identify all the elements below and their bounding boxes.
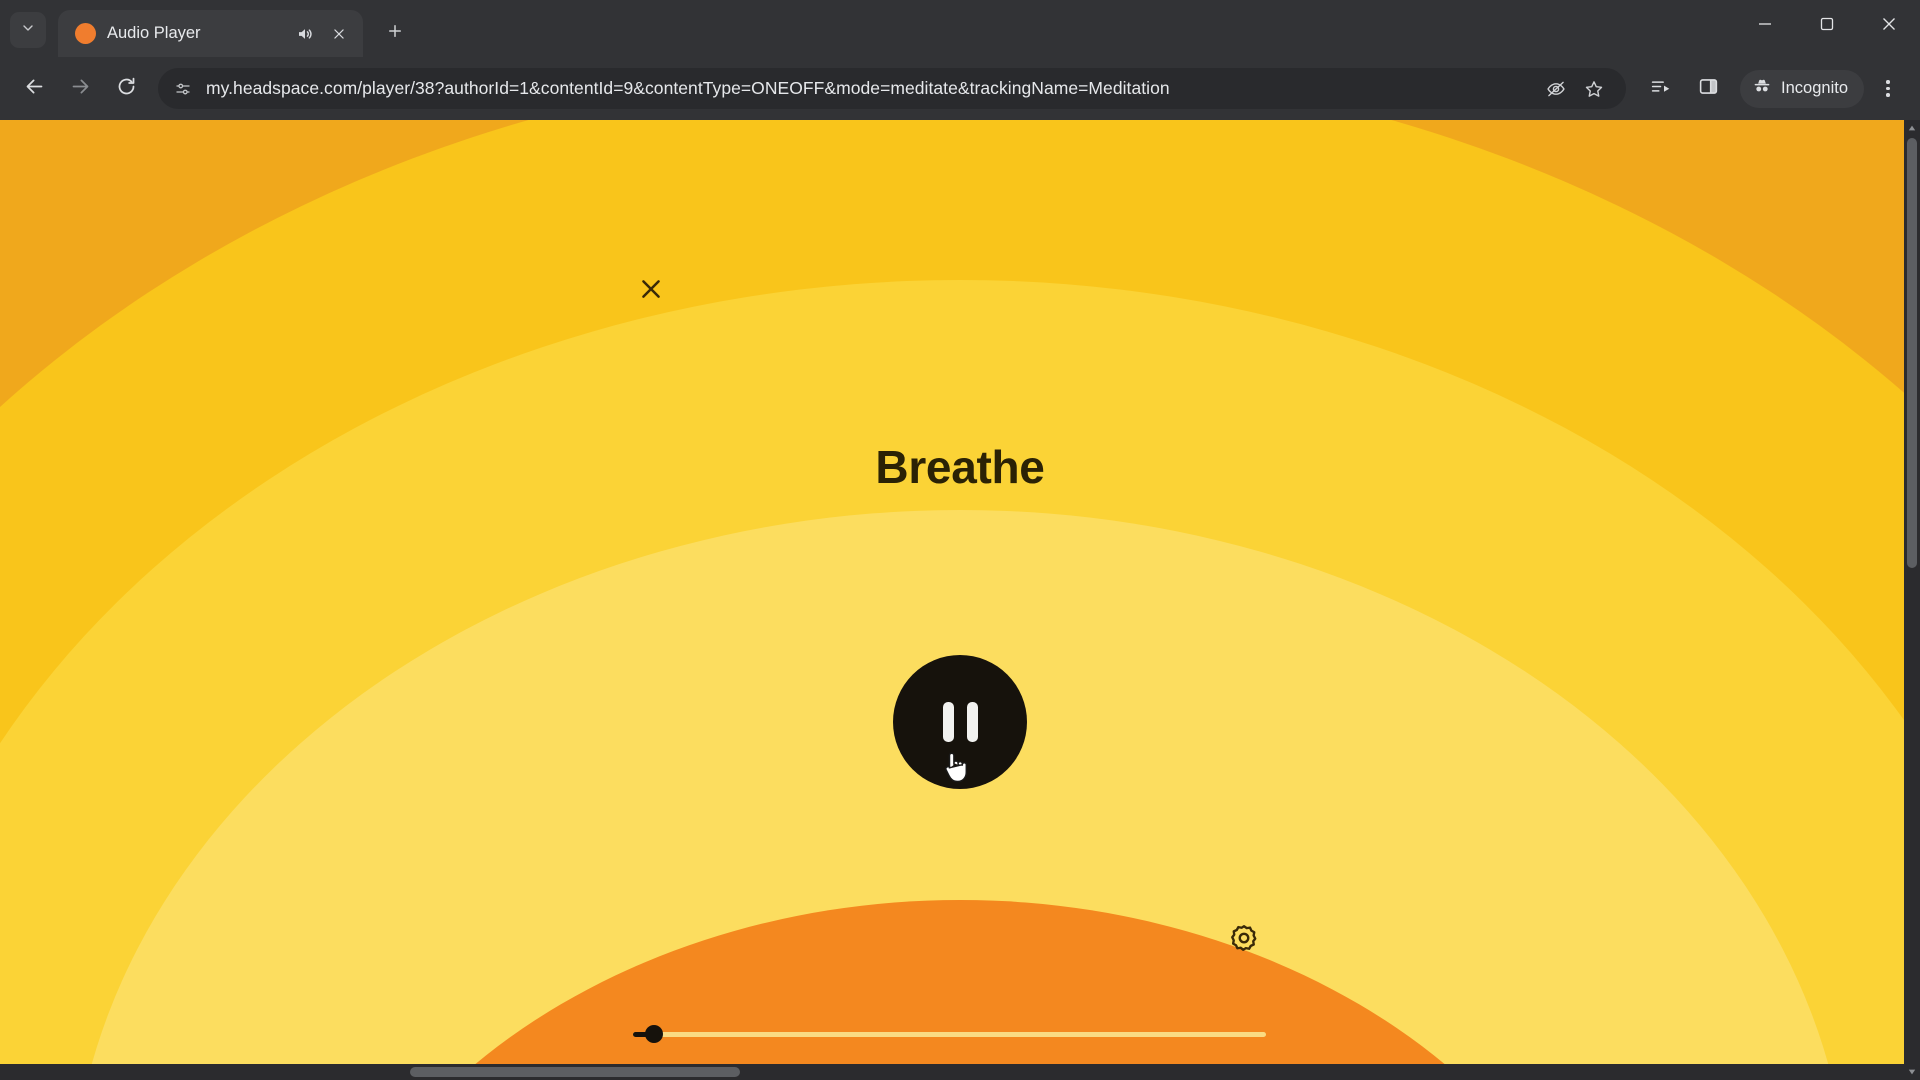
tab-title: Audio Player	[107, 24, 201, 42]
audio-player: Breathe	[0, 120, 1920, 1080]
pause-icon	[942, 702, 978, 742]
browser-menu-button[interactable]	[1868, 67, 1908, 111]
progress-slider[interactable]	[633, 1023, 1266, 1045]
plus-icon	[386, 22, 404, 45]
window-minimize-button[interactable]	[1734, 0, 1796, 48]
player-close-button[interactable]	[628, 268, 674, 314]
eye-crossed-icon[interactable]	[1538, 71, 1574, 107]
incognito-label: Incognito	[1781, 79, 1848, 97]
scroll-down-button[interactable]	[1904, 1064, 1920, 1080]
browser-tab[interactable]: Audio Player	[58, 10, 363, 57]
reload-button[interactable]	[104, 67, 148, 111]
progress-track	[633, 1032, 1266, 1037]
tab-favicon-icon	[75, 23, 96, 44]
incognito-indicator[interactable]: Incognito	[1740, 69, 1864, 108]
arrow-right-icon	[70, 76, 91, 102]
side-panel-icon	[1698, 76, 1719, 102]
caret-up-icon	[1908, 120, 1916, 137]
play-pause-button[interactable]	[893, 655, 1027, 789]
player-settings-button[interactable]	[1222, 918, 1266, 962]
reload-icon	[116, 76, 137, 102]
tab-close-button[interactable]	[327, 22, 351, 46]
window-close-button[interactable]	[1858, 0, 1920, 48]
media-controls-icon	[1650, 76, 1671, 102]
address-bar-url[interactable]: my.headspace.com/player/38?authorId=1&co…	[206, 78, 1520, 99]
page-viewport: Breathe	[0, 120, 1920, 1080]
address-bar[interactable]: my.headspace.com/player/38?authorId=1&co…	[158, 68, 1627, 109]
window-controls	[1734, 0, 1920, 48]
browser-window: Audio Player my.headspace.com/player/38?…	[0, 0, 1920, 1080]
caret-down-icon	[1908, 1063, 1916, 1080]
browser-toolbar: my.headspace.com/player/38?authorId=1&co…	[0, 57, 1920, 120]
horizontal-scrollbar[interactable]	[0, 1064, 1904, 1080]
horizontal-scrollbar-thumb[interactable]	[410, 1067, 740, 1077]
chevron-down-icon	[20, 20, 36, 41]
window-maximize-button[interactable]	[1796, 0, 1858, 48]
bookmark-star-icon[interactable]	[1576, 71, 1612, 107]
side-panel-button[interactable]	[1686, 67, 1730, 111]
media-controls-button[interactable]	[1638, 67, 1682, 111]
arrow-left-icon	[24, 76, 45, 102]
toolbar-right-actions: Incognito	[1638, 67, 1908, 111]
back-button[interactable]	[12, 67, 56, 111]
player-title: Breathe	[875, 441, 1045, 493]
tab-search-button[interactable]	[10, 12, 46, 48]
vertical-scrollbar[interactable]	[1904, 120, 1920, 1080]
vertical-scrollbar-thumb[interactable]	[1907, 138, 1917, 568]
close-icon	[638, 276, 664, 307]
incognito-hat-icon	[1752, 76, 1772, 101]
progress-thumb[interactable]	[644, 1025, 663, 1043]
tab-strip: Audio Player	[0, 0, 1920, 57]
address-bar-actions	[1538, 71, 1612, 107]
gear-icon	[1229, 923, 1259, 958]
new-tab-button[interactable]	[377, 15, 413, 51]
site-settings-icon[interactable]	[172, 78, 194, 100]
scroll-up-button[interactable]	[1904, 120, 1920, 136]
tab-audio-indicator-icon[interactable]	[294, 23, 316, 45]
forward-button[interactable]	[58, 67, 102, 111]
three-dots-vertical-icon	[1886, 79, 1890, 98]
